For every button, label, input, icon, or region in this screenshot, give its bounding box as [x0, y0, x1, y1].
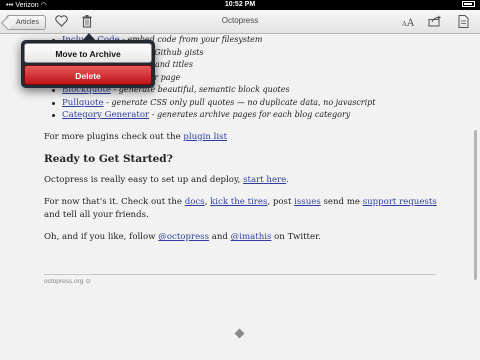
issues-link[interactable]: issues [294, 197, 321, 207]
imathis-twitter-link[interactable]: @imathis [231, 232, 272, 242]
heart-icon[interactable] [54, 14, 68, 28]
list-item: Category Generator - generates archive p… [44, 109, 444, 122]
articles-back-button[interactable]: Articles [6, 15, 46, 30]
footer-divider [44, 274, 436, 275]
article-source[interactable]: octopress.org ⊙ [44, 277, 91, 285]
page-indicator-icon[interactable] [234, 328, 245, 339]
plugin-list-link[interactable]: plugin list [183, 132, 227, 142]
note-icon[interactable] [456, 14, 470, 28]
plugin-link[interactable]: Pullquote [62, 98, 104, 108]
status-bar: ••• Verizon ◠ 10:52 PM [0, 0, 480, 10]
battery-icon [462, 1, 475, 7]
share-icon[interactable] [428, 14, 442, 28]
toolbar: Articles Octopress AA [0, 10, 480, 34]
octopress-twitter-link[interactable]: @octopress [158, 232, 209, 242]
source-link-icon: ⊙ [85, 278, 91, 285]
scrollbar[interactable] [474, 130, 477, 280]
setup-paragraph: Octopress is really easy to set up and d… [44, 175, 289, 185]
section-heading: Ready to Get Started? [44, 152, 173, 165]
follow-paragraph: Oh, and if you like, follow @octopress a… [44, 232, 321, 242]
support-requests-link[interactable]: support requests [363, 197, 437, 207]
battery-indicator [462, 1, 475, 7]
start-here-link[interactable]: start here [243, 175, 286, 185]
font-size-icon[interactable]: AA [402, 14, 416, 28]
plugin-link[interactable]: Category Generator [62, 110, 149, 120]
delete-popover: Move to Archive Delete [21, 40, 155, 88]
popover-arrow [82, 33, 96, 41]
svg-text:A: A [402, 20, 407, 27]
closing-paragraph: For now that's it. Check out the docs, k… [44, 197, 437, 220]
delete-button[interactable]: Delete [24, 65, 152, 85]
trash-icon[interactable] [80, 14, 94, 28]
more-plugins-paragraph: For more plugins check out the plugin li… [44, 131, 228, 142]
list-item: Pullquote - generate CSS only pull quote… [44, 97, 444, 110]
svg-text:A: A [406, 18, 415, 27]
move-to-archive-button[interactable]: Move to Archive [24, 43, 152, 63]
status-time: 10:52 PM [224, 1, 256, 8]
docs-link[interactable]: docs [185, 197, 205, 207]
kick-the-tires-link[interactable]: kick the tires [210, 197, 267, 207]
